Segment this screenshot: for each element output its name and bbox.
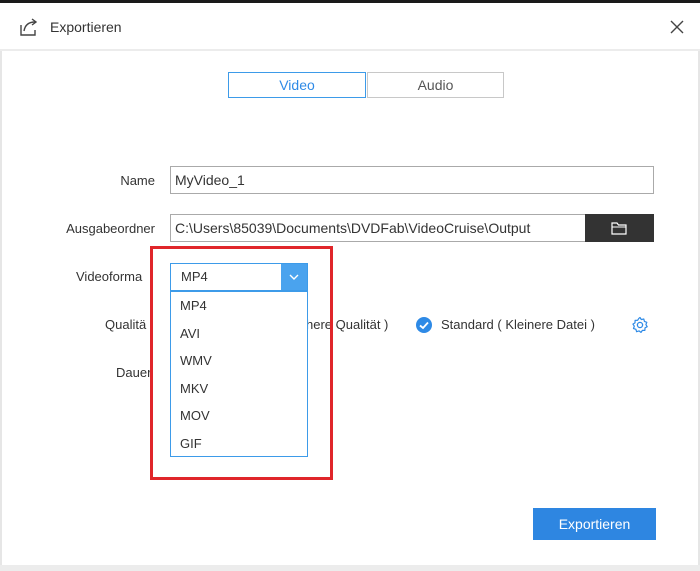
export-button[interactable]: Exportieren xyxy=(533,508,656,540)
folder-icon xyxy=(611,222,627,235)
format-option-mkv[interactable]: MKV xyxy=(180,381,208,396)
quality-option-higher[interactable]: here Qualität ) xyxy=(306,317,388,332)
check-icon[interactable] xyxy=(416,317,432,333)
output-folder-field[interactable]: C:\Users\85039\Documents\DVDFab\VideoCru… xyxy=(170,214,586,242)
export-icon xyxy=(20,18,38,36)
format-option-avi[interactable]: AVI xyxy=(180,326,200,341)
video-format-select[interactable]: MP4 xyxy=(170,263,308,291)
name-label: Name xyxy=(120,173,155,188)
format-option-mov[interactable]: MOV xyxy=(180,408,210,423)
format-option-wmv[interactable]: WMV xyxy=(180,353,212,368)
gear-icon[interactable] xyxy=(631,316,649,334)
title-divider xyxy=(0,49,700,51)
output-folder-label: Ausgabeordner xyxy=(66,221,155,236)
video-format-dropdown: MP4 AVI WMV MKV MOV GIF xyxy=(170,291,308,457)
window-border-bottom xyxy=(0,565,700,571)
tab-video[interactable]: Video xyxy=(228,72,366,98)
tab-audio[interactable]: Audio xyxy=(367,72,504,98)
duration-label: Dauer xyxy=(116,365,152,380)
close-icon[interactable] xyxy=(666,16,688,38)
video-format-value: MP4 xyxy=(181,269,208,284)
format-option-gif[interactable]: GIF xyxy=(180,436,202,451)
browse-folder-button[interactable] xyxy=(585,214,654,242)
window-title: Exportieren xyxy=(50,19,122,35)
dropdown-toggle[interactable] xyxy=(281,264,307,290)
video-format-label: Videoforma xyxy=(76,269,143,284)
quality-label: Qualitä xyxy=(105,317,147,332)
window-border-left xyxy=(0,51,2,571)
name-field[interactable]: MyVideo_1 xyxy=(170,166,654,194)
quality-option-standard[interactable]: Standard ( Kleinere Datei ) xyxy=(441,317,595,332)
title-bar: Exportieren xyxy=(0,3,700,49)
format-option-mp4[interactable]: MP4 xyxy=(180,298,207,313)
chevron-down-icon xyxy=(289,274,299,280)
